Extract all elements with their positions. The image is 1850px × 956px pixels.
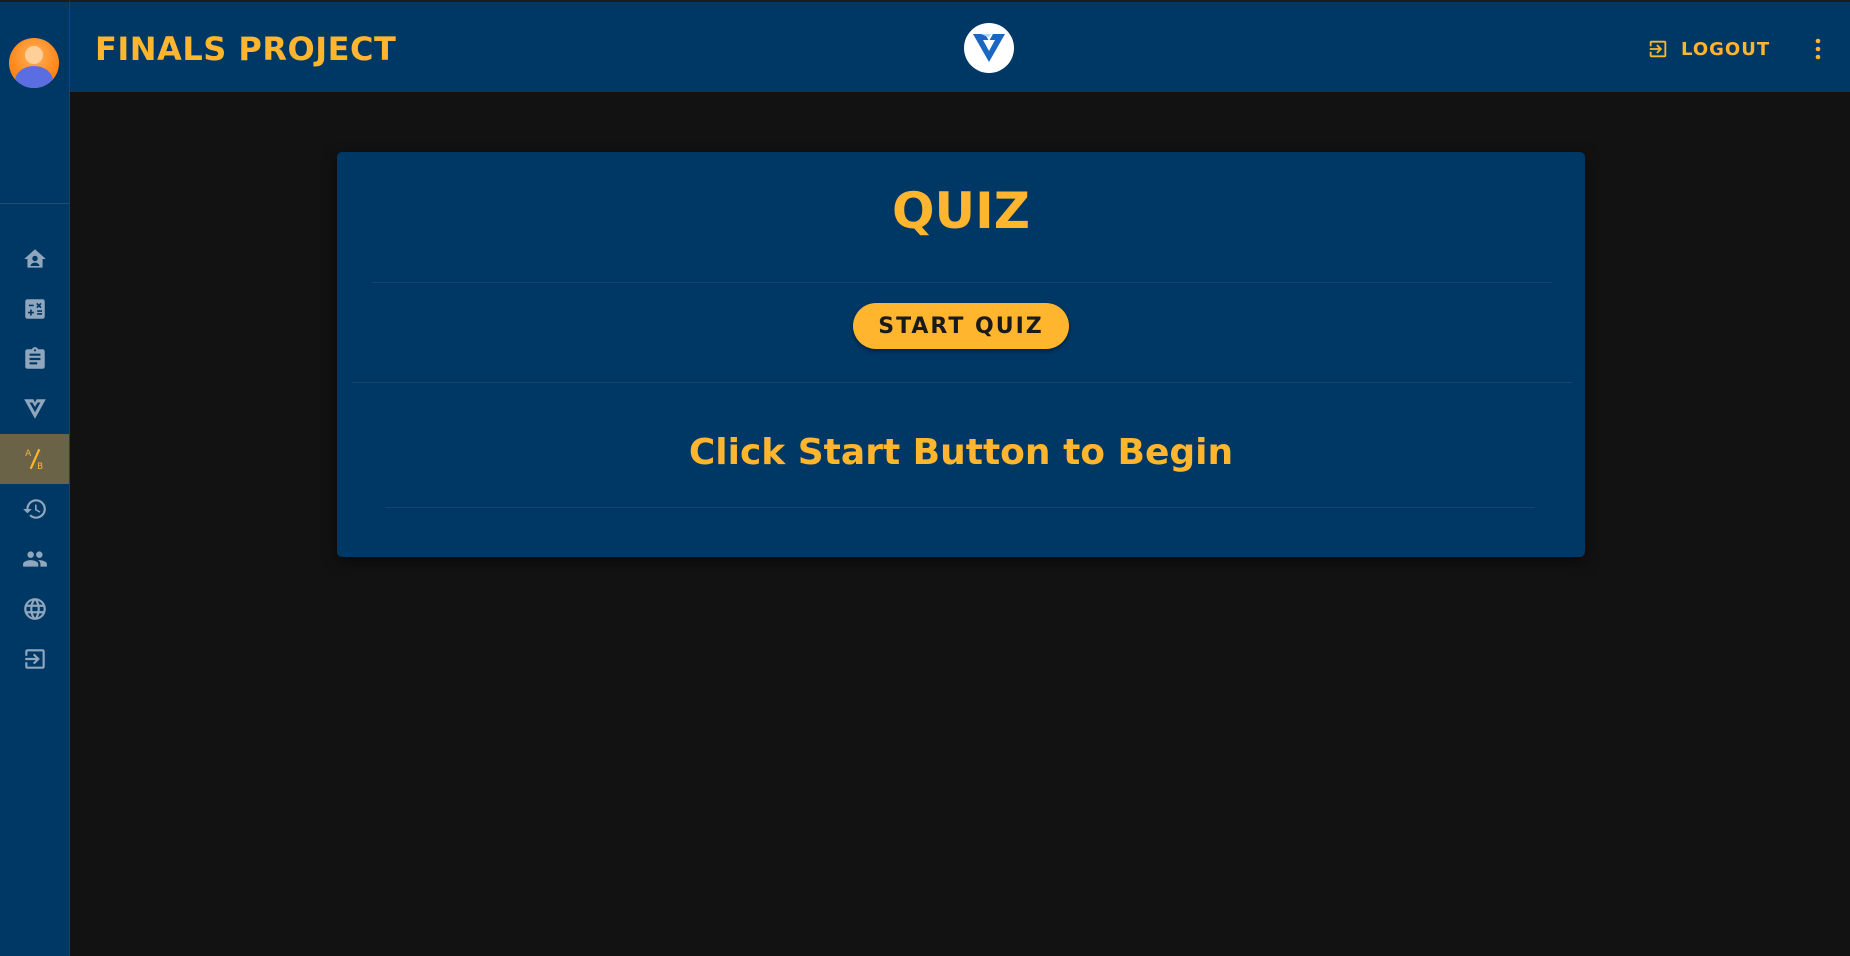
start-quiz-button[interactable]: START QUIZ [853, 303, 1069, 349]
sidebar-item-home[interactable] [0, 234, 69, 284]
sidebar-item-ab-test[interactable]: A B [0, 434, 69, 484]
sidebar-item-globe[interactable] [0, 584, 69, 634]
sidebar-item-history[interactable] [0, 484, 69, 534]
more-vertical-icon [1815, 38, 1821, 60]
sidebar-item-calculator[interactable] [0, 284, 69, 334]
message-divider [385, 507, 1535, 508]
app-root: A B FINALS PROJECT LOGOUT QUIZ START QUI… [0, 0, 1850, 956]
logout-button[interactable]: LOGOUT [1647, 34, 1770, 64]
home-icon [23, 249, 46, 268]
ab-test-icon: A B [25, 449, 43, 472]
more-menu-button[interactable] [1803, 34, 1833, 64]
exit-icon [1649, 40, 1667, 58]
quiz-card: QUIZ START QUIZ Click Start Button to Be… [337, 152, 1585, 557]
quiz-title: QUIZ [892, 182, 1030, 240]
logout-label: LOGOUT [1681, 38, 1771, 60]
sidebar-item-exit[interactable] [0, 634, 69, 684]
vuetify-logo [964, 23, 1014, 73]
sidebar-item-vuetify[interactable] [0, 384, 69, 434]
vuetify-icon [23, 399, 46, 419]
avatar-body [15, 66, 53, 88]
navigation-drawer: A B [0, 0, 70, 956]
app-title: FINALS PROJECT [95, 30, 397, 68]
svg-text:A: A [25, 449, 31, 459]
avatar-head [25, 46, 43, 64]
avatar[interactable] [9, 38, 59, 88]
vuetify-logo-icon [973, 34, 1005, 62]
history-icon [22, 499, 46, 519]
clipboard-icon [24, 347, 45, 369]
sidebar-nav: A B [0, 234, 69, 684]
sidebar-divider [0, 203, 69, 204]
button-divider [352, 382, 1572, 383]
sidebar-item-users[interactable] [0, 534, 69, 584]
svg-text:B: B [37, 462, 43, 472]
globe-icon [23, 598, 46, 620]
users-icon [22, 551, 47, 567]
calculator-icon [24, 299, 45, 319]
title-divider [372, 282, 1552, 283]
exit-icon [24, 649, 45, 669]
sidebar-item-clipboard[interactable] [0, 334, 69, 384]
quiz-message: Click Start Button to Begin [688, 432, 1234, 473]
app-bar: FINALS PROJECT LOGOUT [70, 0, 1850, 92]
